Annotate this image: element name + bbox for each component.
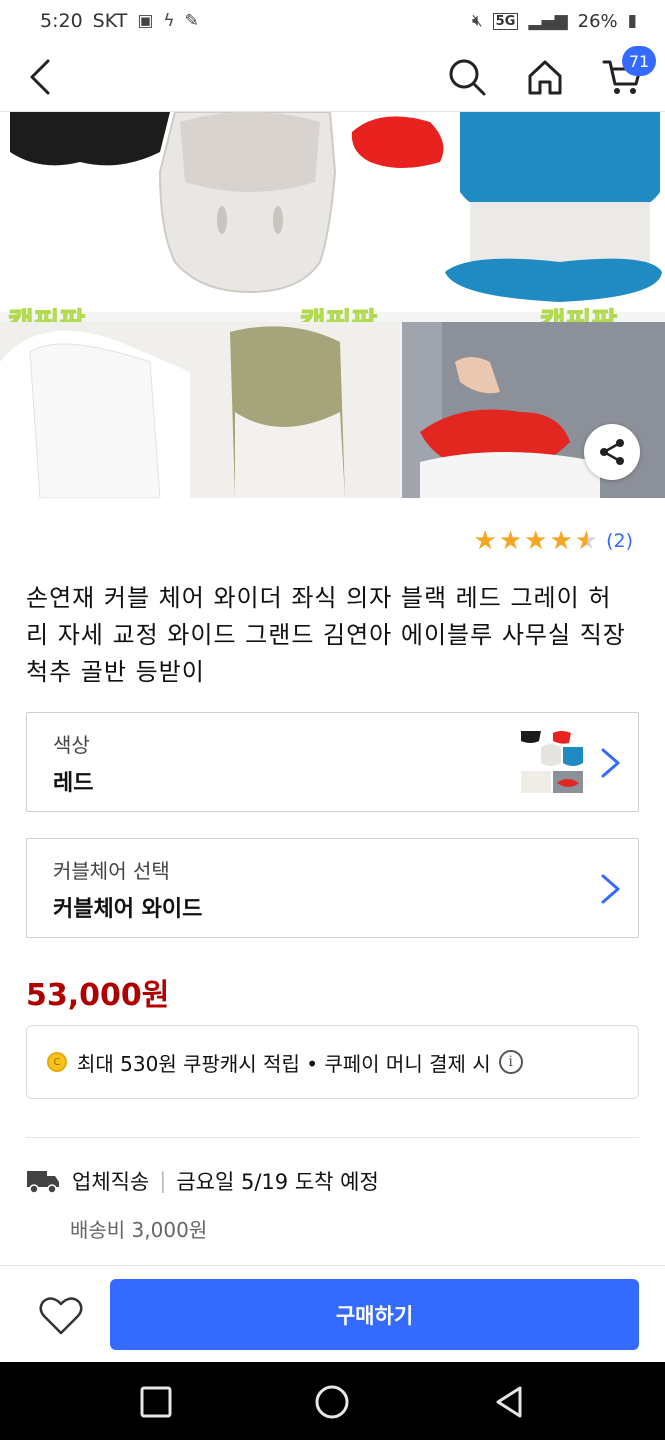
app-header: [0, 42, 665, 112]
star-icon: ★: [524, 526, 548, 556]
heart-icon: [39, 1297, 83, 1335]
chevron-right-icon: [601, 748, 620, 778]
home-icon: [528, 60, 562, 95]
star-icon: ★: [473, 526, 497, 556]
product-image[interactable]: 캠핑팜 캠핑팜 캠핑팜: [0, 112, 665, 498]
share-button[interactable]: [584, 424, 640, 480]
home-nav-button[interactable]: [312, 1382, 352, 1422]
cash-reward-box[interactable]: C 최대 530원 쿠팡캐시 적립 • 쿠페이 머니 결제 시 i: [26, 1025, 639, 1099]
wishlist-button[interactable]: [38, 1296, 84, 1336]
share-icon: [600, 439, 624, 465]
option-thumbnail: [519, 729, 585, 795]
signal-icon: ▂▄▆: [528, 11, 568, 31]
option-label: 커블체어 선택: [53, 859, 170, 883]
recent-apps-icon: [140, 1386, 172, 1418]
status-bar: 5:20 SKT ▣ ϟ ✎ 🔇︎ 5G ▂▄▆ 26% ▮: [0, 0, 665, 42]
back-triangle-icon: [496, 1386, 522, 1418]
back-nav-button[interactable]: [490, 1382, 530, 1422]
cash-reward-text: 최대 530원 쿠팡캐시 적립 • 쿠페이 머니 결제 시: [77, 1051, 491, 1076]
shipping-fee: 배송비 3,000원: [70, 1218, 208, 1242]
price: 53,000원: [26, 978, 170, 1013]
buy-button[interactable]: 구매하기: [110, 1279, 639, 1350]
cable-chair-option-selector[interactable]: 커블체어 선택 커블체어 와이드: [26, 838, 639, 938]
status-time: 5:20: [40, 10, 83, 32]
search-button[interactable]: [444, 54, 490, 100]
product-photo: 캠핑팜 캠핑팜 캠핑팜: [0, 112, 665, 498]
product-title: 손연재 커블 체어 와이더 좌식 의자 블랙 레드 그레이 허리 자세 교정 와…: [26, 584, 626, 686]
system-nav-bar: [0, 1362, 665, 1440]
rating[interactable]: ★ ★ ★ ★ ★ (2): [474, 528, 633, 554]
review-count[interactable]: (2): [606, 530, 633, 552]
option-label: 색상: [53, 733, 90, 757]
home-button[interactable]: [522, 54, 568, 100]
home-circle-icon: [315, 1385, 349, 1419]
info-icon[interactable]: i: [498, 1050, 523, 1074]
star-icon: ★: [549, 526, 573, 556]
battery-icon: ▮: [627, 11, 637, 31]
coin-icon: C: [47, 1052, 67, 1072]
mute-icon: 🔇︎: [471, 11, 483, 31]
delivery-method: 업체직송: [72, 1170, 150, 1194]
screenshot-icon: ▣: [137, 11, 154, 31]
option-value: 커블체어 와이드: [53, 897, 203, 922]
bottom-action-bar: 구매하기: [0, 1265, 665, 1362]
delivery-separator: |: [159, 1169, 167, 1193]
network-badge: 5G: [492, 12, 519, 30]
recent-apps-button[interactable]: [136, 1382, 176, 1422]
half-star-icon: ★: [574, 526, 599, 556]
delivery-info: 업체직송 | 금요일 5/19 도착 예정: [26, 1166, 379, 1196]
status-carrier: SKT: [92, 10, 128, 32]
color-option-selector[interactable]: 색상 레드: [26, 712, 639, 812]
star-icon: ★: [498, 526, 523, 556]
status-right: 🔇︎ 5G ▂▄▆ 26% ▮: [472, 11, 637, 32]
chevron-left-icon: [30, 59, 50, 95]
app-notification-icon: ✎: [184, 11, 199, 31]
truck-icon: [27, 1171, 59, 1194]
delivery-arrival: 금요일 5/19 도착 예정: [176, 1170, 379, 1194]
battery-level: 26%: [577, 10, 618, 32]
back-button[interactable]: [20, 54, 60, 100]
chevron-right-icon: [601, 874, 620, 904]
search-icon: [449, 59, 486, 96]
flash-icon: ϟ: [163, 11, 175, 31]
status-left: 5:20 SKT ▣ ϟ ✎: [40, 10, 199, 32]
divider: [26, 1137, 639, 1138]
option-value: 레드: [53, 771, 94, 796]
cart-count-badge: 71: [622, 46, 656, 76]
